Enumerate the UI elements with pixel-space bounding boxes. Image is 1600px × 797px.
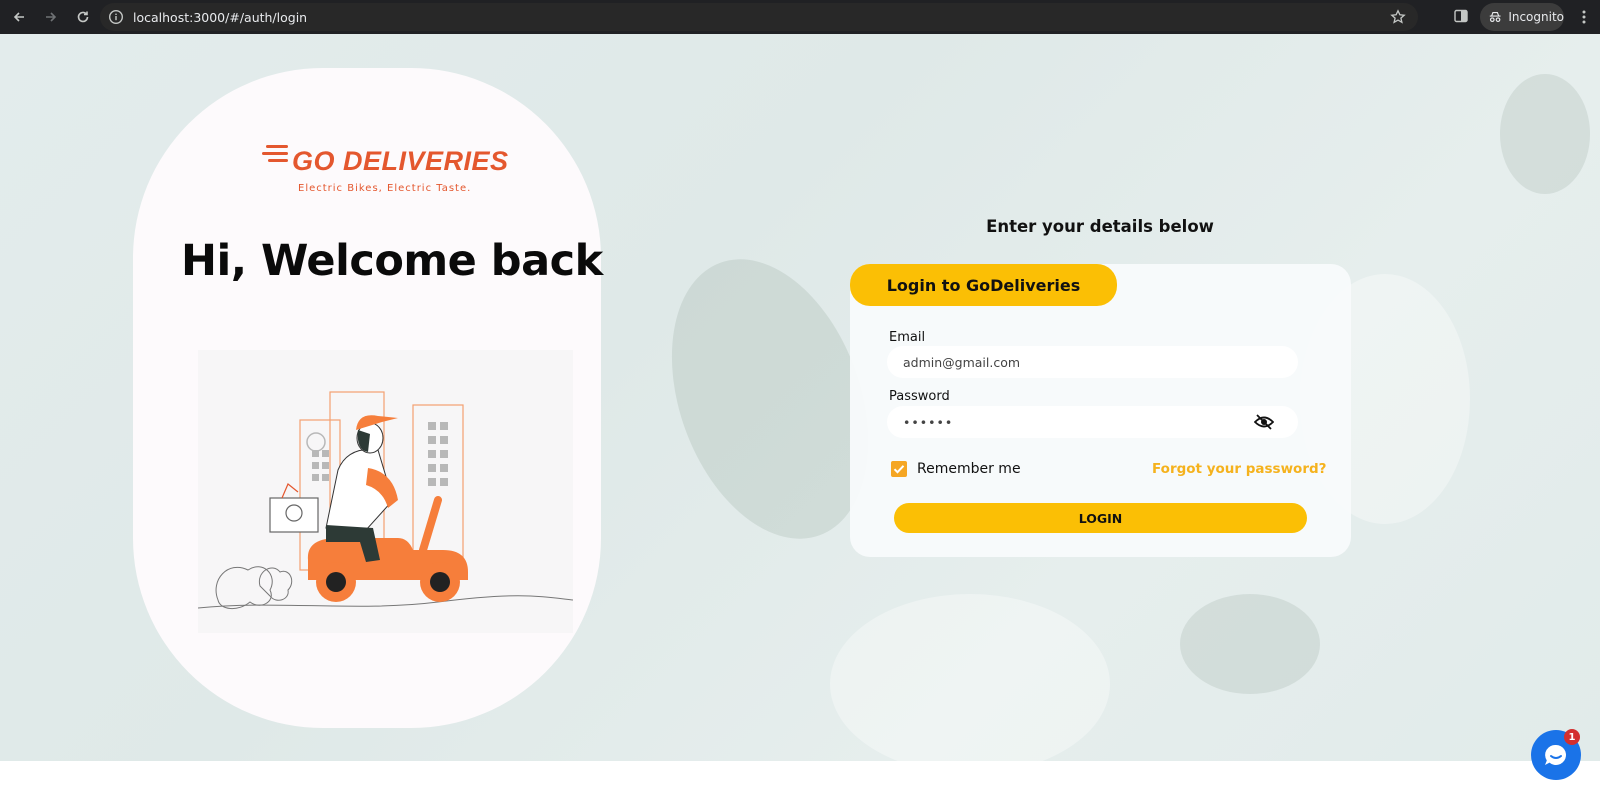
login-tab-label: Login to GoDeliveries xyxy=(886,275,1081,295)
incognito-icon xyxy=(1489,11,1501,23)
checkmark-icon xyxy=(893,465,905,474)
arrow-right-icon xyxy=(46,12,57,22)
email-value[interactable]: admin@gmail.com xyxy=(903,355,1020,370)
password-value[interactable]: •••••• xyxy=(903,415,953,430)
form-heading: Enter your details below xyxy=(986,217,1214,236)
eye-off-icon[interactable] xyxy=(1254,413,1274,431)
brand-logo: GO DELIVERIES xyxy=(292,146,509,176)
info-icon[interactable] xyxy=(108,9,124,25)
login-tab[interactable]: Login to GoDeliveries xyxy=(850,264,1117,306)
reload-button[interactable] xyxy=(68,3,98,31)
chat-notification-badge: 1 xyxy=(1564,729,1580,745)
password-label: Password xyxy=(889,389,950,404)
chat-bubble-icon xyxy=(1545,744,1566,765)
bookmark-star-icon[interactable] xyxy=(1390,9,1406,25)
email-label: Email xyxy=(889,330,926,345)
background-leaf-shape xyxy=(1500,74,1590,194)
delivery-scooter-illustration xyxy=(197,350,574,633)
remember-me-checkbox[interactable] xyxy=(891,461,907,477)
reload-icon xyxy=(77,11,89,23)
url-text[interactable]: localhost:3000/#/auth/login xyxy=(133,10,307,25)
background-leaf-shape xyxy=(1180,594,1320,694)
footer-strip xyxy=(0,761,1600,797)
scooter-rider-icon xyxy=(197,391,574,609)
incognito-badge[interactable]: Incognito xyxy=(1480,3,1564,31)
email-field[interactable]: admin@gmail.com xyxy=(887,346,1298,378)
browser-toolbar: localhost:3000/#/auth/login Incognito xyxy=(0,0,1600,34)
forward-button[interactable] xyxy=(36,3,66,31)
kebab-menu-icon[interactable] xyxy=(1576,9,1592,25)
brand-tagline: Electric Bikes, Electric Taste. xyxy=(298,183,472,194)
incognito-label: Incognito xyxy=(1508,10,1564,24)
address-bar[interactable]: localhost:3000/#/auth/login xyxy=(100,3,1418,31)
welcome-title: Hi, Welcome back xyxy=(181,236,603,286)
remember-me-label[interactable]: Remember me xyxy=(917,461,1021,477)
arrow-left-icon xyxy=(13,12,24,22)
password-field[interactable]: •••••• xyxy=(887,406,1298,438)
side-panel-icon[interactable] xyxy=(1453,8,1469,24)
login-button[interactable]: LOGIN xyxy=(894,503,1307,533)
back-button[interactable] xyxy=(4,3,34,31)
background-bowl-shape xyxy=(830,594,1110,761)
forgot-password-link[interactable]: Forgot your password? xyxy=(1152,461,1327,477)
